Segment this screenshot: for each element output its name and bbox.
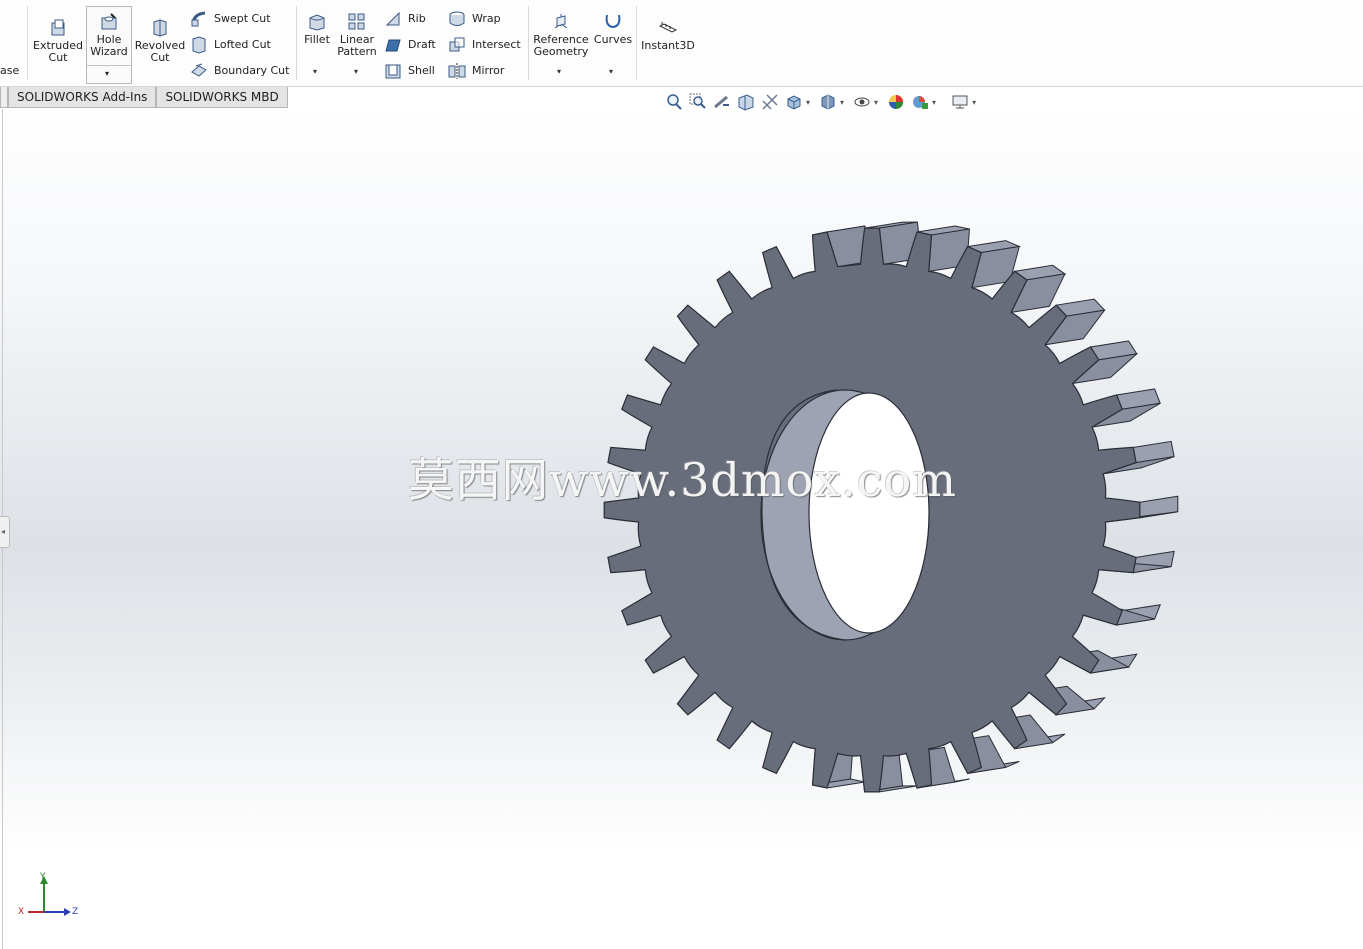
triad-z-label: Z <box>72 907 79 917</box>
bore-hole <box>808 392 930 634</box>
reference-triad: Y X Z <box>14 872 84 932</box>
watermark-text: 莫西网www.3dmox.com <box>408 453 957 507</box>
triad-y-label: Y <box>40 872 46 882</box>
triad-x-label: X <box>18 907 25 917</box>
